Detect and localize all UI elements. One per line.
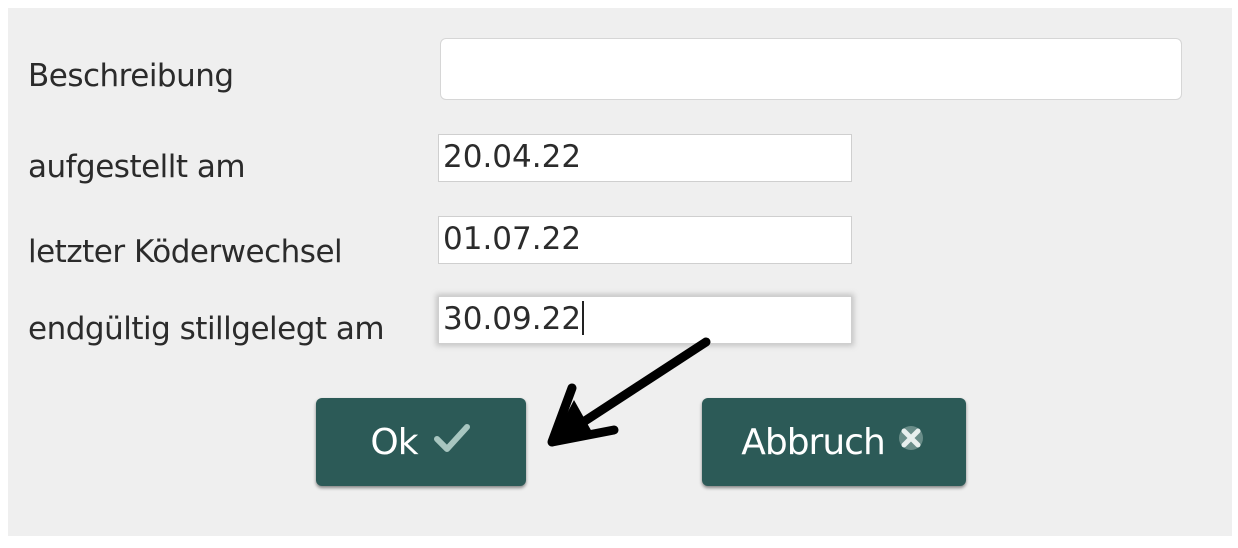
annotation-arrow	[547, 337, 711, 447]
